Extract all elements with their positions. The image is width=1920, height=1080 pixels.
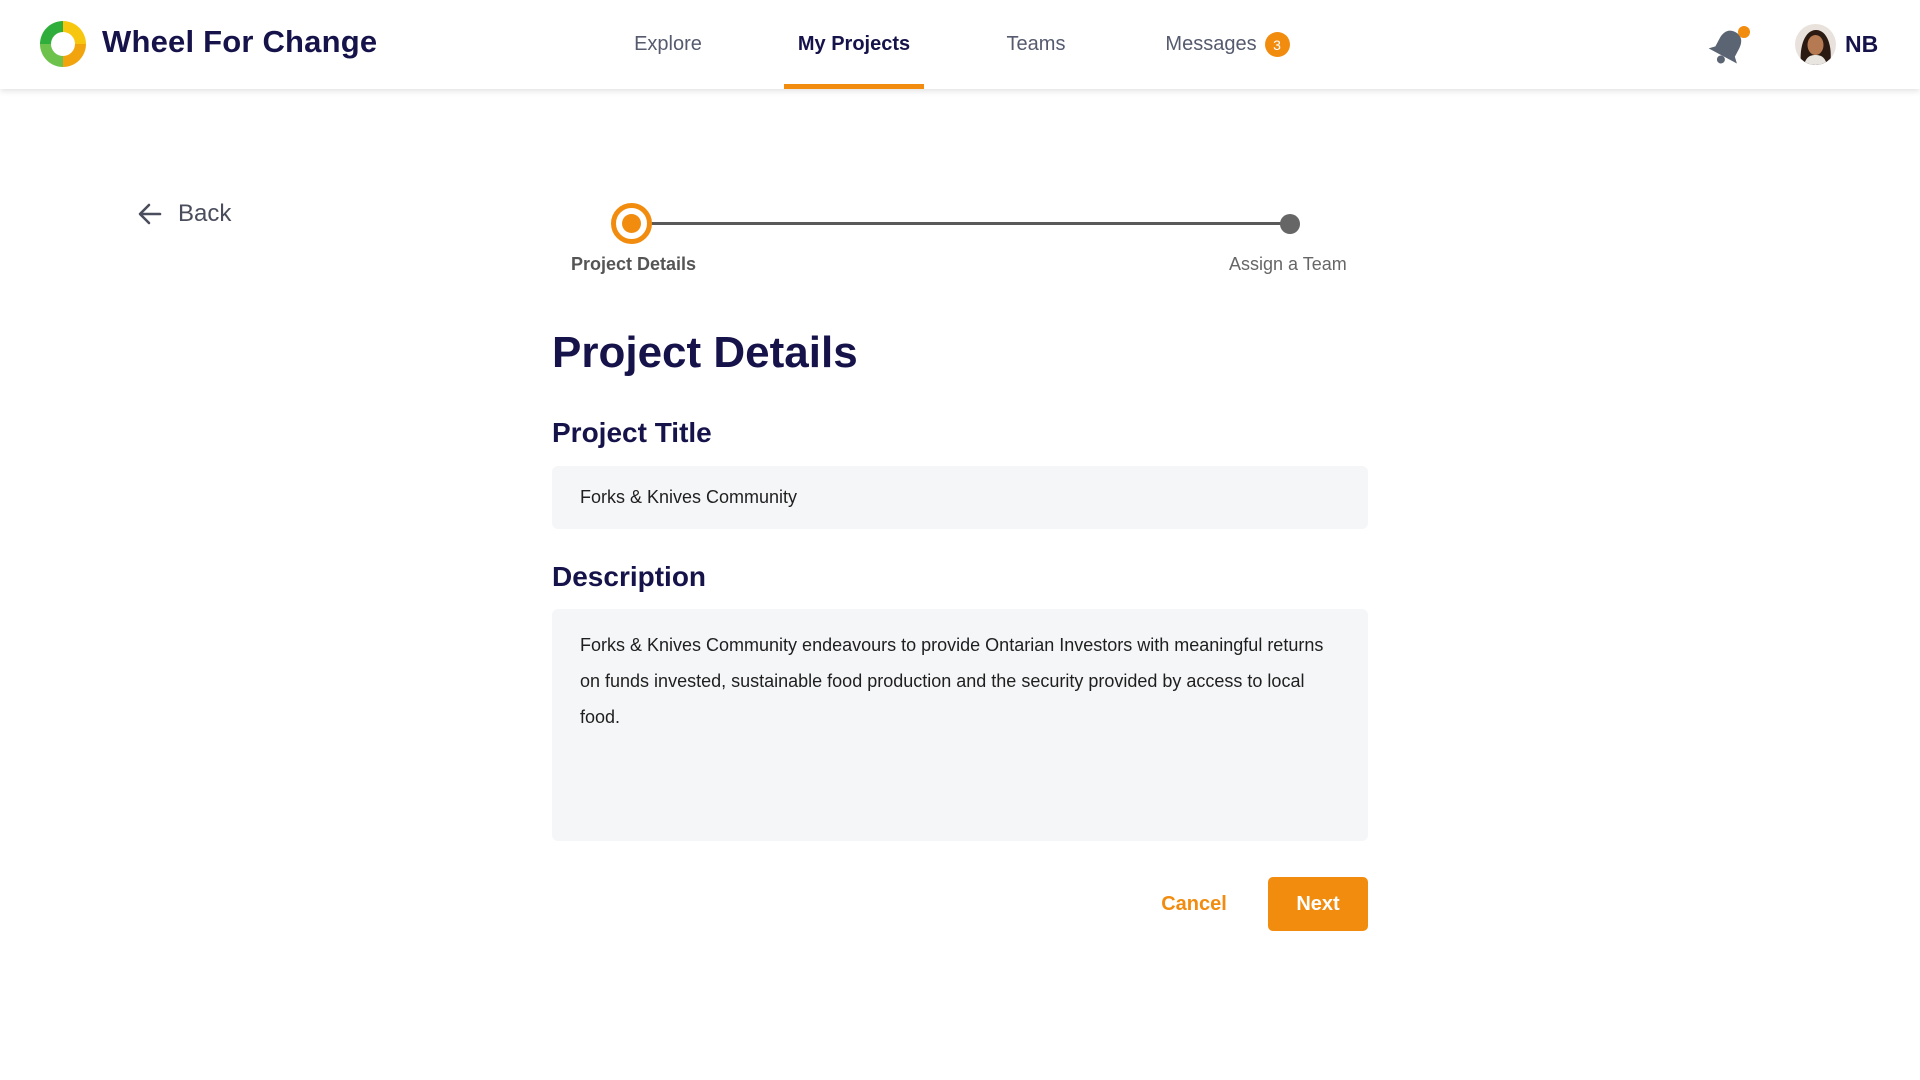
stepper-progress-line (650, 222, 1290, 225)
step-assign-team-label: Assign a Team (1229, 254, 1347, 274)
brand-name: Wheel For Change (102, 24, 378, 59)
next-button[interactable]: Next (1268, 877, 1368, 931)
back-button[interactable]: Back (136, 198, 231, 230)
cancel-button[interactable]: Cancel (1150, 877, 1238, 931)
nav-messages-label: Messages (1165, 33, 1257, 55)
nav-my-projects[interactable]: My Projects (784, 0, 924, 89)
bell-icon[interactable] (1705, 24, 1751, 68)
step-project-details-indicator (611, 203, 652, 244)
page-title: Project Details (552, 328, 858, 377)
top-navigation-bar: Wheel For Change Explore My Projects Tea… (0, 0, 1920, 89)
step-assign-team-indicator (1280, 214, 1300, 234)
avatar[interactable] (1795, 24, 1836, 65)
nav-my-projects-label: My Projects (797, 33, 911, 55)
nav-explore[interactable]: Explore (614, 0, 722, 89)
nav-teams-label: Teams (1006, 33, 1066, 55)
step-project-details-label: Project Details (571, 254, 697, 274)
messages-count-badge: 3 (1264, 32, 1290, 57)
nav-teams[interactable]: Teams (990, 0, 1082, 89)
project-title-label: Project Title (552, 417, 712, 448)
back-label: Back (178, 200, 232, 227)
nav-explore-label: Explore (634, 33, 702, 55)
app-logo-icon[interactable] (40, 21, 86, 67)
description-label: Description (552, 561, 707, 592)
project-title-input[interactable] (552, 466, 1368, 529)
user-avatar-icon (1795, 24, 1836, 65)
nav-messages[interactable]: Messages 3 (1155, 0, 1300, 89)
user-initials[interactable]: NB (1845, 31, 1878, 58)
notification-dot (1738, 26, 1750, 38)
arrow-left-icon (138, 203, 162, 225)
description-textarea[interactable]: Forks & Knives Community endeavours to p… (552, 609, 1368, 841)
